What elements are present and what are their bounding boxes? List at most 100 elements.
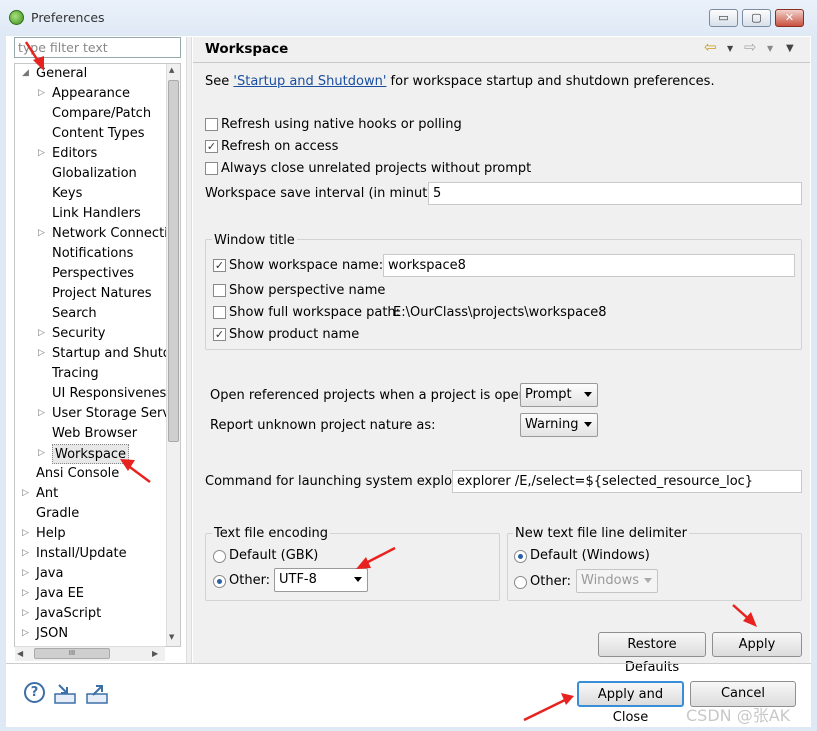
tree-expand-icon[interactable]: ▷ [22,568,29,578]
show-perspective-checkbox[interactable] [213,284,226,297]
encoding-default-radio[interactable] [213,550,226,563]
save-interval-label: Workspace save interval (in minutes): [205,186,452,201]
tree-item[interactable]: Search [52,304,97,324]
back-menu-icon[interactable]: ▼ [727,44,733,53]
tree-item[interactable]: Startup and Shutdo [52,344,179,364]
tree-item[interactable]: General [36,64,87,84]
encoding-default-label: Default (GBK) [229,548,319,563]
startup-shutdown-link[interactable]: 'Startup and Shutdown' [233,74,386,89]
import-icon[interactable] [53,683,77,705]
delimiter-other-radio[interactable] [514,576,527,589]
command-field[interactable]: explorer /E,/select=${selected_resource_… [452,470,802,493]
tree-expand-icon[interactable]: ▷ [38,148,45,158]
tree-item[interactable]: Keys [52,184,82,204]
open-referenced-value: Prompt [525,387,572,402]
open-referenced-select[interactable]: Prompt [520,383,598,407]
delimiter-default-label: Default (Windows) [530,548,650,563]
tree-scroll-thumb[interactable] [168,80,179,442]
tree-item[interactable]: Link Handlers [52,204,141,224]
help-icon[interactable]: ? [24,682,45,703]
always-close-checkbox[interactable] [205,162,218,175]
tree-item[interactable]: User Storage Servic [52,404,180,424]
delimiter-default-radio[interactable] [514,550,527,563]
show-ws-name-checkbox[interactable]: ✓ [213,259,226,272]
show-perspective-label: Show perspective name [229,283,386,298]
export-icon[interactable] [85,683,109,705]
tree-expand-icon[interactable]: ▷ [22,528,29,538]
tree-expand-icon[interactable]: ▷ [38,448,45,458]
refresh-native-checkbox[interactable] [205,118,218,131]
tree-item[interactable]: Java [36,564,63,584]
tree-item[interactable]: JavaScript [36,604,101,624]
scroll-down-icon[interactable]: ▼ [169,633,174,641]
tree-expand-icon[interactable]: ▷ [38,228,45,238]
tree-item[interactable]: Appearance [52,84,130,104]
intro-prefix: See [205,74,234,89]
tree-item[interactable]: Web Browser [52,424,137,444]
tree-item[interactable]: JSON [36,624,68,644]
save-interval-field[interactable]: 5 [428,182,802,205]
tree-expand-icon[interactable]: ▷ [22,628,29,638]
window-title-group-label: Window title [212,233,297,248]
tree-item[interactable]: Compare/Patch [52,104,151,124]
encoding-group-label: Text file encoding [212,526,331,541]
tree-expand-icon[interactable]: ▷ [22,588,29,598]
report-unknown-select[interactable]: Warning [520,413,598,437]
encoding-other-radio[interactable] [213,575,226,588]
tree-item[interactable]: Gradle [36,504,79,524]
ws-name-field[interactable]: workspace8 [383,254,795,277]
window-title: Preferences [31,10,105,25]
tree-item[interactable]: Notifications [52,244,133,264]
tree-item[interactable]: Editors [52,144,97,164]
encoding-select[interactable]: UTF-8 [274,568,368,592]
minimize-button[interactable]: ▭ [709,9,738,27]
pane-splitter[interactable] [186,37,192,663]
tree-hscroll-thumb[interactable]: III [34,648,110,659]
tree-item[interactable]: Perspectives [52,264,134,284]
back-arrow-icon[interactable]: ⇦ [704,38,717,56]
filter-input[interactable]: type filter text [14,37,181,58]
scroll-left-icon[interactable]: ◀ [17,649,23,658]
tree-item[interactable]: Ant [36,484,58,504]
tree-item[interactable]: Install/Update [36,544,127,564]
refresh-access-checkbox[interactable]: ✓ [205,140,218,153]
show-product-checkbox[interactable]: ✓ [213,328,226,341]
tree-item[interactable]: Security [52,324,105,344]
restore-defaults-button[interactable]: Restore Defaults [598,632,706,675]
apply-button[interactable]: Apply [712,632,802,657]
tree-expand-icon[interactable]: ▷ [38,328,45,338]
tree-item[interactable]: Ansi Console [36,464,119,484]
scroll-right-icon[interactable]: ▶ [152,649,158,658]
maximize-button[interactable]: ▢ [742,9,771,27]
tree-item[interactable]: Project Natures [52,284,151,304]
forward-menu-icon[interactable]: ▼ [767,44,773,53]
page-title: Workspace [205,41,289,57]
tree-item[interactable]: Globalization [52,164,137,184]
view-menu-icon[interactable]: ▼ [786,43,794,54]
tree-expand-icon[interactable]: ◢ [22,68,29,78]
full-path-value: E:\OurClass\projects\workspace8 [393,305,607,320]
tree-item[interactable]: Content Types [52,124,144,144]
tree-expand-icon[interactable]: ▷ [22,488,29,498]
tree-expand-icon[interactable]: ▷ [38,348,45,358]
report-unknown-label: Report unknown project nature as: [210,418,436,433]
tree-item[interactable]: Java EE [36,584,84,604]
tree-item[interactable]: Tracing [52,364,99,384]
forward-arrow-icon[interactable]: ⇨ [744,38,757,56]
tree-expand-icon[interactable]: ▷ [38,88,45,98]
scroll-up-icon[interactable]: ▲ [169,66,174,74]
tree-item[interactable]: UI Responsiveness [52,384,173,404]
show-full-path-checkbox[interactable] [213,306,226,319]
show-full-path-label: Show full workspace path: [229,305,401,320]
close-button[interactable]: ✕ [775,9,804,27]
apply-and-close-button[interactable]: Apply and Close [577,681,684,725]
delimiter-select[interactable]: Windows [576,569,658,593]
tree-expand-icon[interactable]: ▷ [38,408,45,418]
tree-expand-icon[interactable]: ▷ [22,608,29,618]
title-bar [0,0,817,36]
tree-item[interactable]: Workspace [52,444,130,464]
tree-item[interactable]: Network Connectio [52,224,176,244]
tree-item[interactable]: Help [36,524,66,544]
encoding-value: UTF-8 [279,572,317,587]
tree-expand-icon[interactable]: ▷ [22,548,29,558]
